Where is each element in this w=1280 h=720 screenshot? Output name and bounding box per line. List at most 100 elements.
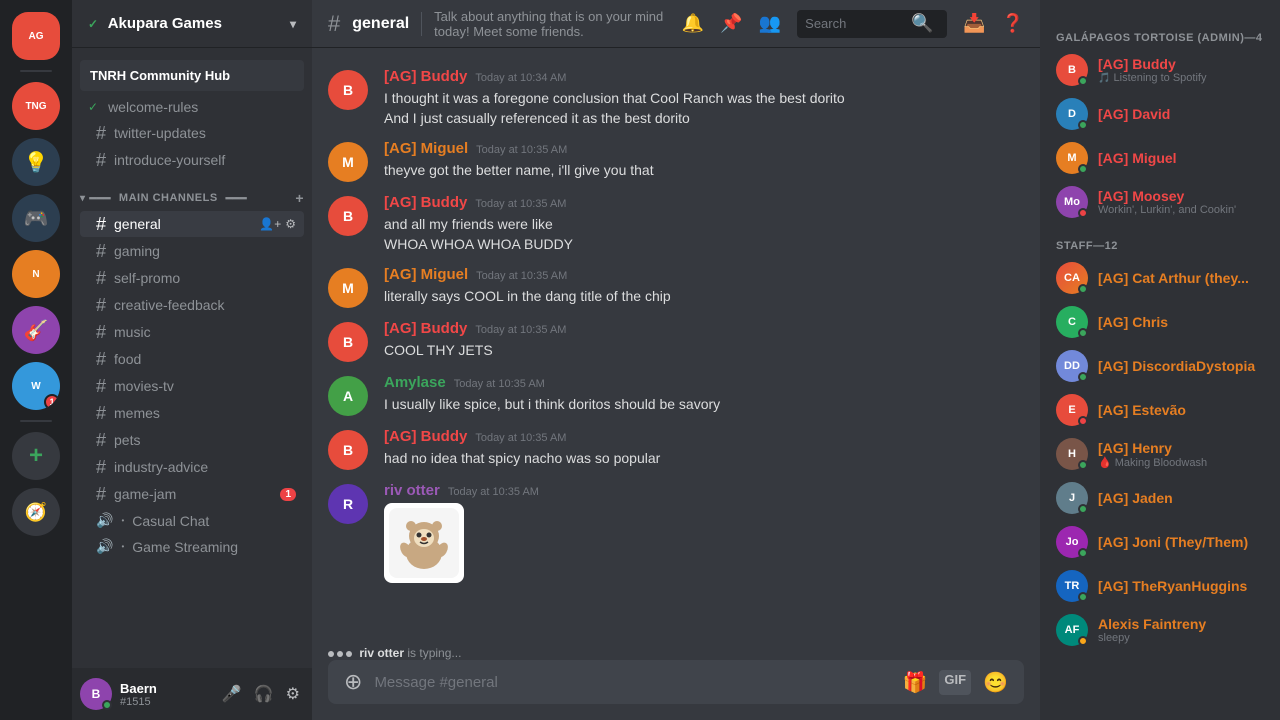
mute-button[interactable]: 🎤 [218,682,246,706]
server-icon-wombo[interactable]: W 1 [12,362,60,410]
message-input[interactable] [374,663,890,702]
member-item[interactable]: AF Alexis Faintreny sleepy [1048,608,1272,652]
message-text: I usually like spice, but i think dorito… [384,395,1024,415]
message-meta: [AG] Miguel Today at 10:35 AM [384,140,1024,157]
channel-item-memes[interactable]: # memes [80,400,304,426]
channel-item-gaming[interactable]: # gaming [80,238,304,264]
community-hub-item[interactable]: TNRH Community Hub [80,60,304,91]
member-status: 🎵 Listening to Spotify [1098,72,1264,84]
member-name: [AG] TheRyanHuggins [1098,578,1264,594]
member-item[interactable]: C [AG] Chris [1048,300,1272,344]
channel-item-industry-advice[interactable]: # industry-advice [80,454,304,480]
message-time: Today at 10:35 AM [475,198,566,210]
search-input[interactable] [805,16,905,31]
member-avatar: M [1056,142,1088,174]
member-item[interactable]: M [AG] Miguel [1048,136,1272,180]
channel-item-casual-chat[interactable]: 🔊 • Casual Chat [80,508,304,533]
notification-icon[interactable]: 🔔 [682,13,704,34]
server-icon-s6[interactable]: 🎸 [12,306,60,354]
avatar: A [328,376,368,416]
channel-item-welcome-rules[interactable]: ✓ welcome-rules [80,95,304,119]
members-icon[interactable]: 👥 [759,13,781,34]
add-channel-button[interactable]: + [295,190,304,206]
server-icon-main[interactable]: AG [12,12,60,60]
deafen-button[interactable]: 🎧 [250,682,278,706]
help-icon[interactable]: ❓ [1002,13,1024,34]
member-info: [AG] Henry 🩸 Making Bloodwash [1098,440,1264,469]
member-item[interactable]: H [AG] Henry 🩸 Making Bloodwash [1048,432,1272,476]
message-text: I thought it was a foregone conclusion t… [384,89,1024,128]
channel-actions: 👤+ ⚙ [259,217,296,231]
member-name: [AG] Jaden [1098,490,1264,506]
channel-item-game-streaming[interactable]: 🔊 • Game Streaming [80,534,304,559]
user-tag: #1515 [120,696,210,708]
avatar: B [328,196,368,236]
channel-name: pets [114,432,140,448]
hash-icon: # [96,485,106,503]
member-item[interactable]: J [AG] Jaden [1048,476,1272,520]
member-item[interactable]: Mo [AG] Moosey Workin', Lurkin', and Coo… [1048,180,1272,224]
channel-item-general[interactable]: # general 👤+ ⚙ [80,211,304,237]
message-group: M [AG] Miguel Today at 10:35 AM literall… [312,262,1040,312]
add-member-icon[interactable]: 👤+ [259,217,281,231]
gift-icon[interactable]: 🎁 [903,670,928,695]
member-info: [AG] Estevão [1098,402,1264,418]
channel-item-music[interactable]: # music [80,319,304,345]
hash-icon: # [96,404,106,422]
member-item[interactable]: D [AG] David [1048,92,1272,136]
channel-item-food[interactable]: # food [80,346,304,372]
hash-icon: # [96,431,106,449]
channel-item-twitter-updates[interactable]: # twitter-updates [80,120,304,146]
server-icon-s3[interactable]: 💡 [12,138,60,186]
status-dot [1078,120,1088,130]
member-item[interactable]: TR [AG] TheRyanHuggins [1048,564,1272,608]
member-info: [AG] Jaden [1098,490,1264,506]
user-settings-button[interactable]: ⚙ [282,682,304,706]
channel-item-pets[interactable]: # pets [80,427,304,453]
server-icon-tng[interactable]: TNG [12,82,60,130]
member-info: [AG] DiscordiaDystopia [1098,358,1264,374]
server-header[interactable]: ✓ Akupara Games ▾ [72,0,312,48]
check-icon: ✓ [88,100,98,114]
member-name: Alexis Faintreny [1098,616,1264,632]
member-item[interactable]: DD [AG] DiscordiaDystopia [1048,344,1272,388]
member-item[interactable]: B [AG] Buddy 🎵 Listening to Spotify [1048,48,1272,92]
attach-button[interactable]: ⊕ [344,669,362,695]
channel-name: Casual Chat [132,513,209,529]
emoji-button[interactable]: 😊 [983,670,1008,695]
speaker-icon: 🔊 [96,512,113,529]
member-item[interactable]: Jo [AG] Joni (They/Them) [1048,520,1272,564]
settings-icon[interactable]: ⚙ [285,217,296,231]
channel-header-name: general [352,15,409,33]
channel-item-self-promo[interactable]: # self-promo [80,265,304,291]
server-icon-s4[interactable]: 🎮 [12,194,60,242]
channel-item-game-jam[interactable]: # game-jam 1 [80,481,304,507]
typing-dots [328,651,352,657]
member-avatar: C [1056,306,1088,338]
pin-icon[interactable]: 📌 [720,13,742,34]
member-item[interactable]: E [AG] Estevão [1048,388,1272,432]
inbox-icon[interactable]: 📥 [963,13,985,34]
gif-button[interactable]: GIF [939,670,971,695]
category-main-channels[interactable]: ▾ ━━━ MAIN CHANNELS ━━━ + [72,174,312,210]
channel-item-introduce-yourself[interactable]: # introduce-yourself [80,147,304,173]
speaker-icon: 🔊 [96,538,113,555]
message-content: [AG] Miguel Today at 10:35 AM literally … [384,266,1024,308]
message-author: riv otter [384,482,440,499]
channel-name: general [114,216,161,232]
member-info: [AG] Chris [1098,314,1264,330]
member-item[interactable]: CA [AG] Cat Arthur (they... [1048,256,1272,300]
server-icon-s5[interactable]: N [12,250,60,298]
channel-name: music [114,324,151,340]
status-dot [1078,636,1088,646]
channel-item-creative-feedback[interactable]: # creative-feedback [80,292,304,318]
channel-name: memes [114,405,160,421]
channel-name: welcome-rules [108,99,198,115]
member-info: [AG] Joni (They/Them) [1098,534,1264,550]
add-server-button[interactable]: + [12,432,60,480]
user-info: Baern #1515 [120,681,210,708]
channel-name: self-promo [114,270,180,286]
discover-button[interactable]: 🧭 [12,488,60,536]
channel-item-movies-tv[interactable]: # movies-tv [80,373,304,399]
member-status: Workin', Lurkin', and Cookin' [1098,204,1264,216]
